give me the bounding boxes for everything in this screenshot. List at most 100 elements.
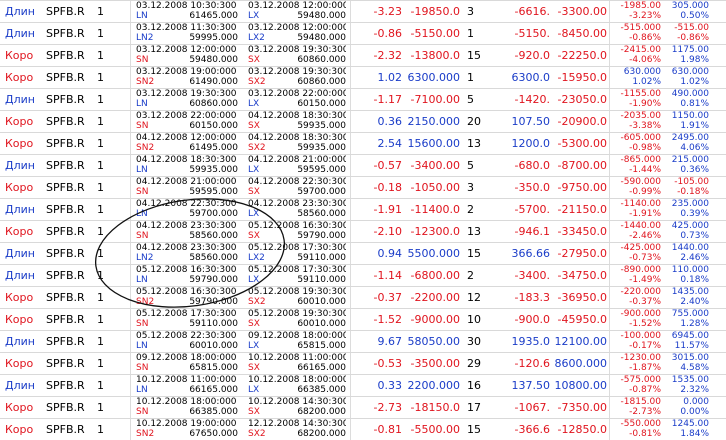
profit-percent-cell: -0.18 bbox=[373, 181, 402, 194]
max-drawdown-cell: -865.000 -1.44% bbox=[613, 155, 661, 176]
max-runup-value: 305.000 bbox=[671, 1, 709, 11]
max-runup-cell: 755.000 1.28% bbox=[665, 309, 709, 330]
max-drawdown-percent: -0.98% bbox=[629, 143, 661, 153]
max-runup-cell: 3015.00 4.58% bbox=[665, 353, 709, 374]
max-runup-percent: 4.58% bbox=[680, 363, 709, 373]
direction-cell: Длин bbox=[5, 93, 35, 106]
max-drawdown-cell: -900.000 -1.52% bbox=[613, 309, 661, 330]
max-runup-cell: -105.00 -0.18% bbox=[665, 177, 709, 198]
profit-percent-cell: 1.02 bbox=[377, 71, 403, 84]
symbol-cell: SPFB.R bbox=[46, 203, 85, 216]
max-drawdown-value: -1140.00 bbox=[620, 199, 661, 209]
profit-per-bar-cell: 1200.0 bbox=[511, 137, 551, 150]
entry-cell: 10.12.2008 18:00:000 SN 66385.000 bbox=[136, 397, 238, 418]
bars-count-cell: 2 bbox=[467, 269, 474, 282]
profit-percent-cell: -0.37 bbox=[373, 291, 402, 304]
max-drawdown-cell: -2415.00 -4.06% bbox=[613, 45, 661, 66]
trade-row[interactable]: Длин SPFB.R 1 03.12.2008 10:30:300 LN 614… bbox=[0, 0, 726, 22]
entry-datetime: 03.12.2008 12:00:000 bbox=[136, 45, 237, 55]
entry-datetime: 09.12.2008 18:00:000 bbox=[136, 353, 237, 363]
quantity-cell: 1 bbox=[97, 335, 104, 348]
quantity-cell: 1 bbox=[97, 27, 104, 40]
max-runup-cell: 1535.00 2.32% bbox=[665, 375, 709, 396]
max-drawdown-value: -1815.00 bbox=[620, 397, 661, 407]
direction-cell: Коро bbox=[5, 71, 34, 84]
profit-per-bar-cell: -920.0 bbox=[514, 49, 550, 62]
entry-cell: 03.12.2008 22:00:000 SN 60150.000 bbox=[136, 111, 238, 132]
entry-cell: 05.12.2008 16:30:300 SN2 59790.000 bbox=[136, 287, 238, 308]
max-drawdown-cell: -1230.00 -1.87% bbox=[613, 353, 661, 374]
quantity-cell: 1 bbox=[97, 269, 104, 282]
max-runup-percent: 1.84% bbox=[680, 429, 709, 439]
quantity-cell: 1 bbox=[97, 203, 104, 216]
exit-cell: 05.12.2008 19:30:300 SX 60010.000 bbox=[248, 309, 346, 330]
exit-datetime: 04.12.2008 21:00:000 bbox=[248, 155, 346, 165]
exit-cell: 09.12.2008 18:00:000 LX 65815.000 bbox=[248, 331, 346, 352]
profit-per-bar-cell: -5700. bbox=[514, 203, 550, 216]
exit-signal: SX bbox=[248, 55, 260, 65]
trade-row[interactable]: Длин SPFB.R 1 04.12.2008 23:30:300 LN2 58… bbox=[0, 242, 726, 264]
bars-count-cell: 5 bbox=[467, 93, 474, 106]
max-drawdown-cell: -425.000 -0.73% bbox=[613, 243, 661, 264]
exit-signal: SX2 bbox=[248, 77, 266, 87]
exit-cell: 05.12.2008 17:30:300 LX 59110.000 bbox=[248, 265, 346, 286]
trade-row[interactable]: Коро SPFB.R 1 03.12.2008 22:00:000 SN 601… bbox=[0, 110, 726, 132]
trade-row[interactable]: Длин SPFB.R 1 05.12.2008 22:30:300 LN 600… bbox=[0, 330, 726, 352]
trade-row[interactable]: Коро SPFB.R 1 05.12.2008 17:30:300 SN 591… bbox=[0, 308, 726, 330]
trade-row[interactable]: Длин SPFB.R 1 03.12.2008 19:30:300 LN 608… bbox=[0, 88, 726, 110]
trade-row[interactable]: Длин SPFB.R 1 04.12.2008 22:30:300 LN 597… bbox=[0, 198, 726, 220]
entry-datetime: 05.12.2008 16:30:300 bbox=[136, 265, 237, 275]
max-drawdown-percent: -0.86% bbox=[629, 33, 661, 43]
trade-row[interactable]: Длин SPFB.R 1 10.12.2008 11:00:000 LN 661… bbox=[0, 374, 726, 396]
trade-row[interactable]: Длин SPFB.R 1 03.12.2008 11:30:300 LN2 59… bbox=[0, 22, 726, 44]
max-runup-percent: 0.00% bbox=[680, 407, 709, 417]
trade-row[interactable]: Коро SPFB.R 1 03.12.2008 12:00:000 SN 594… bbox=[0, 44, 726, 66]
profit-points-cell: -1050.00 bbox=[410, 181, 460, 194]
exit-cell: 05.12.2008 19:30:300 SX2 60010.000 bbox=[248, 287, 346, 308]
max-drawdown-cell: 630.000 1.02% bbox=[613, 67, 661, 88]
exit-cell: 05.12.2008 16:30:300 SX 59790.000 bbox=[248, 221, 346, 242]
symbol-cell: SPFB.R bbox=[46, 71, 85, 84]
entry-price: 66385.000 bbox=[189, 407, 238, 417]
quantity-cell: 1 bbox=[97, 137, 104, 150]
max-runup-percent: 0.81% bbox=[680, 99, 709, 109]
profit-per-bar-cell: -900.0 bbox=[514, 313, 550, 326]
entry-price: 61465.000 bbox=[189, 11, 238, 21]
entry-datetime: 04.12.2008 12:00:000 bbox=[136, 133, 237, 143]
direction-cell: Длин bbox=[5, 203, 35, 216]
trade-row[interactable]: Коро SPFB.R 1 09.12.2008 18:00:000 SN 658… bbox=[0, 352, 726, 374]
max-drawdown-percent: -1.52% bbox=[629, 319, 661, 329]
max-drawdown-percent: -1.49% bbox=[629, 275, 661, 285]
entry-signal: SN bbox=[136, 407, 149, 417]
max-drawdown-value: -1155.00 bbox=[620, 89, 661, 99]
trade-row[interactable]: Длин SPFB.R 1 05.12.2008 16:30:300 LN 597… bbox=[0, 264, 726, 286]
profit-points-cell: 58050.00 bbox=[407, 335, 461, 348]
trade-row[interactable]: Коро SPFB.R 1 04.12.2008 23:30:300 SN 585… bbox=[0, 220, 726, 242]
bars-count-cell: 13 bbox=[467, 137, 481, 150]
trade-row[interactable]: Коро SPFB.R 1 10.12.2008 18:00:000 SN 663… bbox=[0, 396, 726, 418]
profit-percent-cell: -0.81 bbox=[373, 423, 402, 436]
trade-row[interactable]: Коро SPFB.R 1 04.12.2008 21:00:000 SN 595… bbox=[0, 176, 726, 198]
cumulative-profit-cell: 10800.00 bbox=[554, 379, 608, 392]
max-drawdown-cell: -890.000 -1.49% bbox=[613, 265, 661, 286]
trade-row[interactable]: Коро SPFB.R 1 10.12.2008 19:00:000 SN2 67… bbox=[0, 418, 726, 440]
trade-row[interactable]: Коро SPFB.R 1 05.12.2008 16:30:300 SN2 59… bbox=[0, 286, 726, 308]
entry-datetime: 10.12.2008 19:00:000 bbox=[136, 419, 237, 429]
max-drawdown-value: -515.000 bbox=[620, 23, 661, 33]
exit-datetime: 05.12.2008 19:30:300 bbox=[248, 309, 346, 319]
trade-row[interactable]: Коро SPFB.R 1 04.12.2008 12:00:000 SN2 61… bbox=[0, 132, 726, 154]
exit-cell: 04.12.2008 23:30:300 LX 58560.000 bbox=[248, 199, 346, 220]
direction-cell: Длин bbox=[5, 335, 35, 348]
trade-row[interactable]: Длин SPFB.R 1 04.12.2008 18:30:300 LN 599… bbox=[0, 154, 726, 176]
exit-datetime: 05.12.2008 17:30:300 bbox=[248, 243, 346, 253]
quantity-cell: 1 bbox=[97, 225, 104, 238]
exit-price: 60010.000 bbox=[297, 297, 346, 307]
exit-cell: 04.12.2008 18:30:300 SX 59935.000 bbox=[248, 111, 346, 132]
max-runup-value: 490.000 bbox=[671, 89, 709, 99]
cumulative-profit-cell: -34750.0 bbox=[557, 269, 607, 282]
profit-per-bar-cell: 107.50 bbox=[511, 115, 551, 128]
profit-percent-cell: -0.53 bbox=[373, 357, 402, 370]
entry-cell: 10.12.2008 11:00:000 LN 66165.000 bbox=[136, 375, 238, 396]
trade-row[interactable]: Коро SPFB.R 1 03.12.2008 19:00:000 SN2 61… bbox=[0, 66, 726, 88]
max-runup-value: 110.000 bbox=[671, 265, 709, 275]
